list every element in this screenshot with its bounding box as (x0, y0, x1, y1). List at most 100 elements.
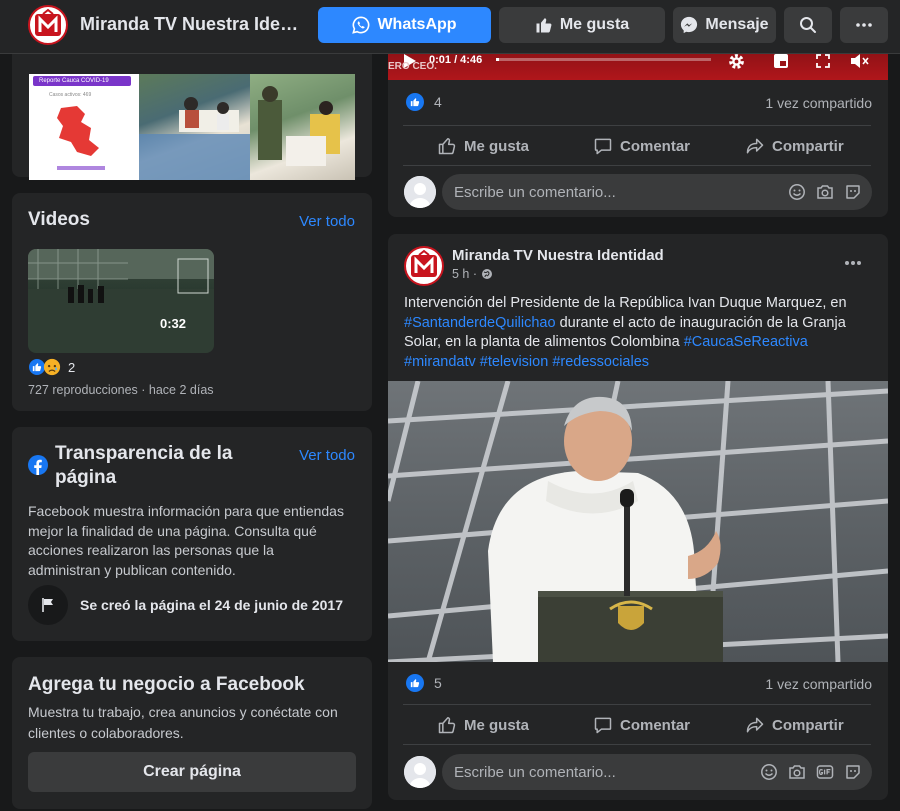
transparency-see-all-link[interactable]: Ver todo (299, 447, 355, 464)
sticker-icon[interactable] (844, 183, 862, 201)
more-options-icon[interactable] (844, 260, 862, 266)
hashtag-link[interactable]: #SantanderdeQuilichao (404, 315, 556, 331)
soldiers-photo-shapes (258, 86, 340, 166)
post2-divider-top (403, 704, 871, 705)
hashtag-link[interactable]: #redessociales (552, 354, 649, 370)
post2-comment-input[interactable]: Escribe un comentario... (442, 754, 872, 790)
hashtag-link[interactable]: #television (480, 354, 549, 370)
infographic-header: Reporte Cauca COVID-19 (33, 76, 131, 86)
camera-icon[interactable] (816, 183, 834, 201)
post2-like-count: 5 (434, 675, 442, 691)
post2-author-avatar[interactable] (404, 246, 444, 286)
like-reaction-icon (406, 674, 424, 692)
hashtag-link[interactable]: #mirandatv (404, 354, 476, 370)
post2-author-name[interactable]: Miranda TV Nuestra Identidad (452, 247, 664, 264)
thumbs-up-icon (535, 16, 553, 34)
post1-comment-input[interactable]: Escribe un comentario... (442, 174, 872, 210)
video-reaction-count: 2 (68, 359, 76, 375)
post1-comment-tools (788, 183, 862, 201)
post2-timestamp[interactable]: 5 h · (452, 267, 493, 281)
business-card: Agrega tu negocio a Facebook Muestra tu … (12, 657, 372, 809)
facebook-icon (28, 455, 48, 475)
classroom-photo-shapes (139, 97, 255, 180)
camera-icon[interactable] (788, 763, 806, 781)
post1-comment-button[interactable]: Comentar (593, 136, 690, 156)
post1-share-label: Compartir (772, 137, 844, 155)
page-created-row: Se creó la página el 24 de junio de 2017 (28, 585, 343, 625)
post2-share-button[interactable]: Compartir (745, 715, 844, 735)
sad-reaction-icon (43, 358, 61, 376)
sticker-icon[interactable] (844, 763, 862, 781)
video-thumbnail[interactable]: 0:32 (28, 249, 214, 353)
message-button[interactable]: Mensaje (673, 7, 776, 43)
post1-like-button[interactable]: Me gusta (437, 136, 529, 156)
like-page-button[interactable]: Me gusta (499, 7, 665, 43)
gif-icon[interactable] (816, 763, 834, 781)
videos-card: Videos Ver todo 0:32 2 727 reproduccione… (12, 193, 372, 411)
flag-icon (28, 585, 68, 625)
like-reaction-icon (406, 93, 424, 111)
infographic-footer (57, 166, 105, 170)
picture-in-picture-icon[interactable] (772, 52, 790, 70)
post1-like-label: Me gusta (464, 137, 530, 155)
post2-text-part1: Intervención del Presidente de la Repúbl… (404, 295, 847, 311)
video-progress-bar[interactable] (496, 58, 711, 61)
hashtag-link[interactable]: #CaucaSeReactiva (684, 334, 808, 350)
page-avatar[interactable] (28, 5, 68, 45)
transparency-card: Transparencia de la página Ver todo Face… (12, 427, 372, 641)
post2-video[interactable] (388, 381, 888, 662)
post2-time-text: 5 h · (452, 267, 478, 281)
business-title: Agrega tu negocio a Facebook (28, 674, 305, 695)
emoji-icon[interactable] (760, 763, 778, 781)
thumbs-up-icon (437, 136, 457, 156)
videos-see-all-link[interactable]: Ver todo (299, 213, 355, 230)
video-duration: 0:32 (159, 316, 186, 331)
comment-icon (593, 715, 613, 735)
post1-divider-bottom (403, 165, 871, 166)
fullscreen-icon[interactable] (815, 53, 831, 69)
videos-title: Videos (28, 209, 90, 230)
speaker-figure (488, 396, 723, 662)
thumbs-up-icon (437, 715, 457, 735)
post1-share-button[interactable]: Compartir (745, 136, 844, 156)
video-reactions[interactable]: 2 (28, 358, 75, 376)
post2-comment-button[interactable]: Comentar (593, 715, 690, 735)
emoji-icon[interactable] (788, 183, 806, 201)
whatsapp-label: WhatsApp (377, 16, 457, 33)
post1-share-count[interactable]: 1 vez compartido (765, 95, 872, 111)
post2-like-button[interactable]: Me gusta (437, 715, 529, 735)
page-created-text: Se creó la página el 24 de junio de 2017 (80, 597, 343, 613)
transparency-title: Transparencia de la página (55, 443, 233, 488)
infographic-sub: Casos activos: 469 (49, 92, 92, 98)
user-avatar[interactable] (404, 176, 436, 208)
share-icon (745, 715, 765, 735)
whatsapp-button[interactable]: WhatsApp (318, 7, 491, 43)
transparency-description: Facebook muestra información para que en… (28, 503, 344, 578)
user-avatar[interactable] (404, 756, 436, 788)
video-meta: 727 reproducciones · hace 2 días (28, 383, 214, 397)
share-icon (745, 136, 765, 156)
whatsapp-icon (352, 16, 370, 34)
video-progress-fill (496, 58, 499, 61)
photo-classroom[interactable] (139, 74, 255, 180)
post1-overlay-text: ERO CEO. (388, 61, 437, 72)
page-title: Miranda TV Nuestra Identidad (80, 14, 308, 34)
settings-icon[interactable] (727, 52, 746, 71)
globe-icon (481, 268, 493, 280)
create-page-button[interactable]: Crear página (28, 752, 356, 792)
message-label: Mensaje (705, 16, 769, 33)
photo-soldiers[interactable] (250, 74, 355, 180)
post1-comment-label: Comentar (620, 137, 691, 155)
post2-comment-label: Comentar (620, 716, 691, 734)
post2-text: Intervención del Presidente de la Repúbl… (404, 294, 874, 372)
post2-share-count[interactable]: 1 vez compartido (765, 676, 872, 692)
post1-divider-top (403, 125, 871, 126)
post1-reactions[interactable]: 4 (406, 93, 442, 111)
page-header: Miranda TV Nuestra Identidad WhatsApp Me… (0, 0, 900, 54)
more-button[interactable] (840, 7, 888, 43)
search-button[interactable] (784, 7, 832, 43)
post2-reactions[interactable]: 5 (406, 674, 442, 692)
photo-covid-report[interactable]: Reporte Cauca COVID-19 Casos activos: 46… (29, 74, 144, 180)
post1-comment-placeholder: Escribe un comentario... (454, 184, 616, 201)
mute-icon[interactable] (849, 52, 869, 70)
